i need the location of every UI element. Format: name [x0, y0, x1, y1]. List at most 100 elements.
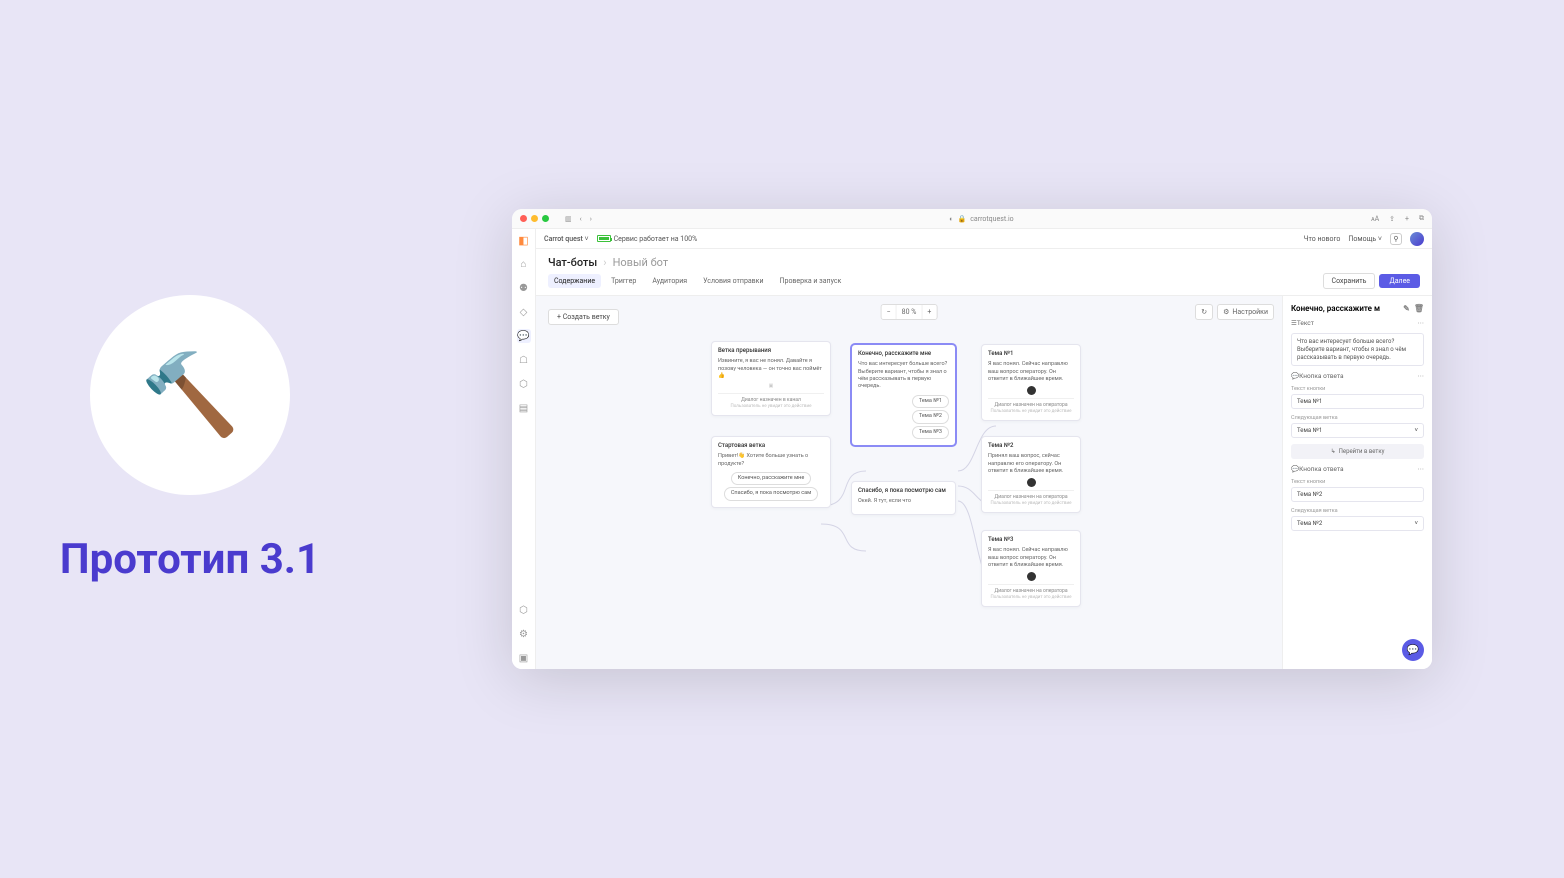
- tab-trigger[interactable]: Триггер: [605, 274, 642, 288]
- rail-send-icon[interactable]: ◇: [517, 305, 531, 319]
- next-branch-label: Следующая ветка: [1291, 415, 1424, 421]
- rail-bot-icon[interactable]: ☖: [517, 353, 531, 367]
- arrow-enter-icon: ↳: [1331, 448, 1336, 455]
- app-logo-icon[interactable]: ◧: [517, 233, 531, 247]
- section-text-label: Текст: [1297, 319, 1418, 327]
- nav-back-icon[interactable]: ‹: [580, 215, 582, 223]
- flow-canvas[interactable]: + Создать ветку − 80 % + ↻ ⚙Настройки: [536, 296, 1282, 669]
- node-browse[interactable]: Спасибо, я пока посмотрю сам Окей. Я тут…: [851, 481, 956, 515]
- help-link[interactable]: Помощь ˅: [1348, 235, 1382, 243]
- tab-check-launch[interactable]: Проверка и запуск: [774, 274, 848, 288]
- node-footer-sub: Пользователь не увидит это действие: [988, 595, 1074, 601]
- answer-button-icon: 💬: [1291, 372, 1299, 380]
- close-window-icon[interactable]: [520, 215, 527, 222]
- whats-new-link[interactable]: Что нового: [1304, 235, 1341, 243]
- zoom-level[interactable]: 80 %: [897, 305, 923, 319]
- zoom-in-button[interactable]: +: [922, 305, 936, 319]
- node-title: Конечно, расскажите мне: [858, 350, 949, 358]
- chat-icon: 💬: [1407, 645, 1419, 656]
- node-option-browse[interactable]: Спасибо, я пока посмотрю сам: [724, 487, 818, 500]
- rail-addons-icon[interactable]: ⬡: [517, 603, 531, 617]
- properties-panel: Конечно, расскажите м ✎ 🗑 ☰ Текст ⋯ Что …: [1282, 296, 1432, 669]
- node-option-t2[interactable]: Тема №2: [912, 410, 949, 423]
- translate-icon[interactable]: ᴀA: [1371, 215, 1379, 223]
- rail-settings-icon[interactable]: ⚙: [517, 627, 531, 641]
- node-text: Я вас понял. Сейчас направлю ваш вопрос …: [988, 547, 1074, 569]
- tab-audience[interactable]: Аудитория: [646, 274, 693, 288]
- traffic-lights: [520, 215, 549, 222]
- panel-title: Конечно, расскажите м: [1291, 304, 1399, 313]
- chevron-down-icon: ˅: [1414, 520, 1418, 527]
- btn-text-label-2: Текст кнопки: [1291, 479, 1424, 485]
- text-content[interactable]: Что вас интересует больше всего? Выберит…: [1291, 333, 1424, 366]
- zoom-control: − 80 % +: [881, 304, 938, 320]
- node-interrupt[interactable]: Ветка прерывания Извините, я вас не поня…: [711, 341, 831, 416]
- rail-reports-icon[interactable]: ▤: [517, 401, 531, 415]
- btn2-text-input[interactable]: [1291, 487, 1424, 502]
- canvas-settings-button[interactable]: ⚙Настройки: [1217, 304, 1274, 320]
- chat-fab[interactable]: 💬: [1402, 639, 1424, 661]
- node-option-t1[interactable]: Тема №1: [912, 395, 949, 408]
- node-text: Привет!👋 Хотите больше узнать о продукте…: [718, 453, 824, 468]
- node-title: Тема №2: [988, 442, 1074, 450]
- breadcrumb-root[interactable]: Чат-боты: [548, 256, 597, 269]
- node-text: Окей. Я тут, если что: [858, 498, 949, 505]
- section-answer-label: Кнопка ответа: [1299, 372, 1417, 380]
- notifications-icon[interactable]: ⚲: [1390, 233, 1402, 245]
- zoom-out-button[interactable]: −: [882, 305, 897, 319]
- edit-icon[interactable]: ✎: [1403, 304, 1410, 313]
- workspace-selector[interactable]: Carrot quest ˅: [544, 235, 589, 243]
- node-option-tellme[interactable]: Конечно, расскажите мне: [731, 472, 812, 485]
- refresh-button[interactable]: ↻: [1195, 304, 1213, 320]
- minimize-window-icon[interactable]: [531, 215, 538, 222]
- node-text: Извините, я вас не понял. Давайте я позо…: [718, 358, 824, 380]
- rail-home-icon[interactable]: ⌂: [517, 257, 531, 271]
- new-tab-icon[interactable]: +: [1405, 215, 1409, 223]
- hammer-illustration: 🔨: [90, 295, 290, 495]
- user-avatar[interactable]: [1410, 232, 1424, 246]
- node-start[interactable]: Стартовая ветка Привет!👋 Хотите больше у…: [711, 436, 831, 508]
- node-theme2[interactable]: Тема №2 Принял ваш вопрос, сейчас направ…: [981, 436, 1081, 513]
- section-more-icon[interactable]: ⋯: [1418, 319, 1425, 327]
- service-status: Сервис работает на 100%: [597, 235, 698, 243]
- node-option-t3[interactable]: Тема №3: [912, 426, 949, 439]
- node-theme3[interactable]: Тема №3 Я вас понял. Сейчас направлю ваш…: [981, 530, 1081, 607]
- section-answer-label-2: Кнопка ответа: [1299, 465, 1417, 473]
- btn1-next-select[interactable]: Тема №1˅: [1291, 423, 1424, 438]
- btn1-text-input[interactable]: [1291, 394, 1424, 409]
- breadcrumb-current: Новый бот: [613, 256, 669, 269]
- chevron-down-icon: ˅: [1414, 427, 1418, 434]
- tab-conditions[interactable]: Условия отправки: [697, 274, 769, 288]
- rail-users-icon[interactable]: ⚉: [517, 281, 531, 295]
- node-footer-sub: Пользователь не увидит это действие: [988, 409, 1074, 415]
- operator-avatar-icon: [1027, 478, 1036, 487]
- node-text: Принял ваш вопрос, сейчас направлю его о…: [988, 453, 1074, 475]
- maximize-window-icon[interactable]: [542, 215, 549, 222]
- section-more-icon[interactable]: ⋯: [1418, 465, 1425, 473]
- operator-avatar-icon: [1027, 572, 1036, 581]
- rail-chat-icon[interactable]: 💬: [517, 329, 531, 343]
- delete-icon[interactable]: 🗑: [1414, 304, 1424, 313]
- tab-content[interactable]: Содержание: [548, 274, 601, 288]
- operator-avatar-icon: [1027, 386, 1036, 395]
- next-button[interactable]: Далее: [1379, 274, 1420, 288]
- node-theme1[interactable]: Тема №1 Я вас понял. Сейчас направлю ваш…: [981, 344, 1081, 421]
- node-title: Ветка прерывания: [718, 347, 824, 355]
- create-branch-button[interactable]: + Создать ветку: [548, 309, 619, 325]
- btn2-next-select[interactable]: Тема №2˅: [1291, 516, 1424, 531]
- node-tellme[interactable]: Конечно, расскажите мне Что вас интересу…: [851, 344, 956, 446]
- node-title: Спасибо, я пока посмотрю сам: [858, 487, 949, 495]
- sidebar-toggle-icon[interactable]: ▥: [565, 215, 572, 223]
- nav-forward-icon[interactable]: ›: [590, 215, 592, 223]
- tabs-icon[interactable]: ⧉: [1419, 214, 1424, 223]
- share-icon[interactable]: ⇪: [1389, 215, 1395, 223]
- breadcrumb: Чат-боты › Новый бот: [536, 249, 1432, 273]
- goto-branch-button[interactable]: ↳Перейти в ветку: [1291, 444, 1424, 459]
- rail-knowledge-icon[interactable]: ⬡: [517, 377, 531, 391]
- rail-help-icon[interactable]: ▣: [517, 651, 531, 665]
- save-button[interactable]: Сохранить: [1323, 273, 1376, 289]
- shield-icon: ◐: [949, 215, 953, 223]
- section-more-icon[interactable]: ⋯: [1418, 372, 1425, 380]
- url[interactable]: carrotquest.io: [970, 215, 1013, 223]
- node-title: Тема №1: [988, 350, 1074, 358]
